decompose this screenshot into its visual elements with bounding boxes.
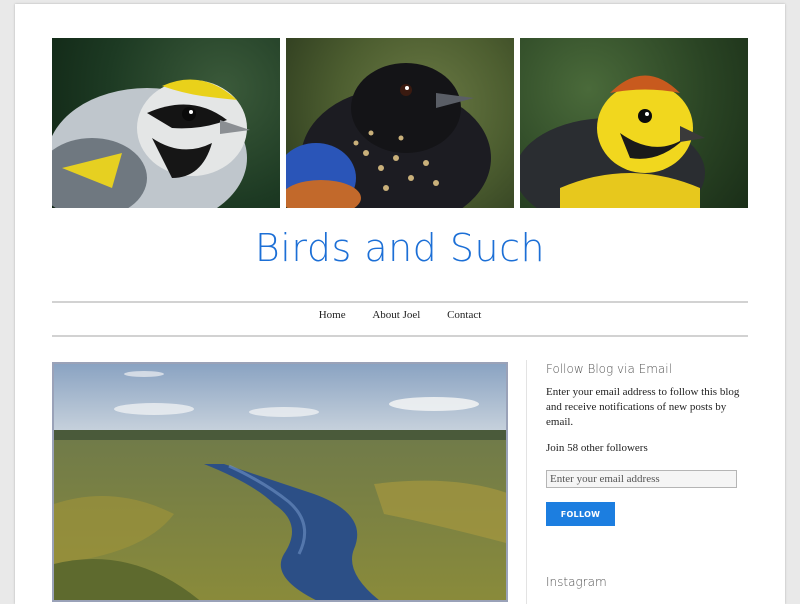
bird-illustration-1 [52,79,250,208]
main-nav: Home About Joel Contact [52,309,748,321]
email-input[interactable] [546,470,737,488]
follow-widget-description: Enter your email address to follow this … [546,386,740,428]
followers-count: Join 58 other followers [546,442,648,454]
site-title[interactable]: Birds and Such [52,226,748,270]
follow-widget-title: Follow Blog via Email [546,362,672,376]
nav-rule-bottom [52,335,748,337]
page: Birds and Such Home About Joel Contact F… [15,4,785,604]
header-image-1 [52,38,280,208]
instagram-widget-title: Instagram [546,575,607,589]
landscape-illustration [54,364,506,600]
nav-rule-top [52,301,748,303]
nav-item-home[interactable]: Home [319,309,346,321]
nav-item-about[interactable]: About Joel [372,309,420,321]
nav-item-contact[interactable]: Contact [447,309,481,321]
bird-illustration-2 [286,63,491,208]
header-image-2 [286,38,514,208]
header-image-3 [520,38,748,208]
sidebar-divider [526,360,527,604]
bird-illustration-3 [520,75,705,208]
follow-button[interactable]: Follow [546,502,615,526]
featured-image[interactable] [52,362,508,602]
